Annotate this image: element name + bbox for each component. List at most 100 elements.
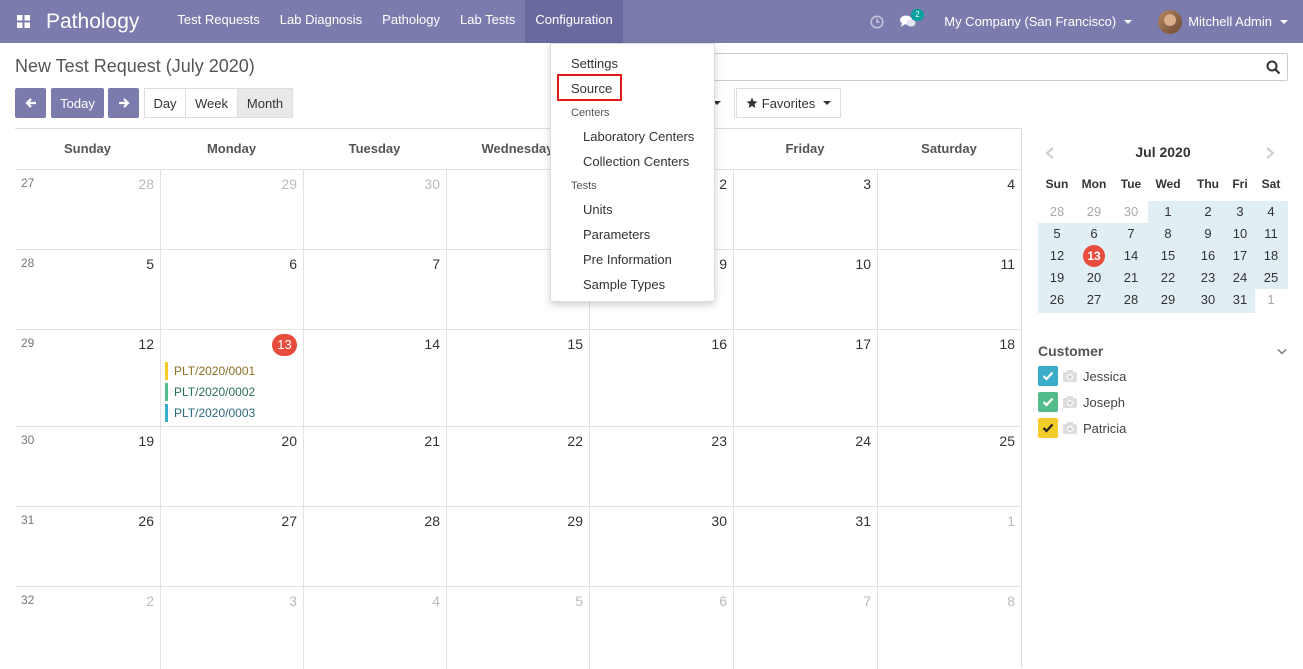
- view-day-button[interactable]: Day: [144, 88, 186, 118]
- mini-day[interactable]: 24: [1223, 267, 1257, 289]
- day-cell[interactable]: 30: [589, 506, 733, 586]
- day-cell[interactable]: 31: [733, 506, 877, 586]
- messaging-menu[interactable]: 2: [900, 8, 924, 29]
- day-cell[interactable]: 22: [446, 426, 589, 506]
- customer-filter-item[interactable]: Joseph: [1038, 392, 1125, 412]
- day-cell[interactable]: 32 2: [15, 586, 160, 669]
- mini-day[interactable]: 15: [1151, 245, 1185, 267]
- mini-day[interactable]: 16: [1191, 245, 1225, 267]
- mini-day[interactable]: 11: [1254, 223, 1288, 245]
- mini-day[interactable]: 9: [1191, 223, 1225, 245]
- day-cell[interactable]: 5: [446, 586, 589, 669]
- menu-item-collection-centers[interactable]: Collection Centers: [583, 154, 689, 169]
- menu-item-settings[interactable]: Settings: [571, 56, 618, 71]
- day-cell[interactable]: 10: [733, 249, 877, 329]
- mini-day[interactable]: 1: [1151, 201, 1185, 223]
- mini-day[interactable]: 1: [1254, 289, 1288, 311]
- view-month-button[interactable]: Month: [237, 88, 293, 118]
- company-switcher[interactable]: My Company (San Francisco): [944, 14, 1133, 29]
- mini-day[interactable]: 8: [1151, 223, 1185, 245]
- day-cell[interactable]: 31 26: [15, 506, 160, 586]
- mini-day[interactable]: 29: [1077, 201, 1111, 223]
- day-cell[interactable]: 14: [303, 329, 446, 426]
- menu-item-parameters[interactable]: Parameters: [583, 227, 650, 242]
- customer-filter-item[interactable]: Jessica: [1038, 366, 1126, 386]
- day-cell[interactable]: 23: [589, 426, 733, 506]
- day-cell[interactable]: 30 19: [15, 426, 160, 506]
- mini-day[interactable]: 22: [1151, 267, 1185, 289]
- day-cell[interactable]: 18: [877, 329, 1021, 426]
- menu-item-sample-types[interactable]: Sample Types: [583, 277, 665, 292]
- menu-lab-diagnosis[interactable]: Lab Diagnosis: [270, 0, 372, 43]
- day-cell[interactable]: 24: [733, 426, 877, 506]
- mini-day[interactable]: 28: [1040, 201, 1074, 223]
- day-cell[interactable]: 16: [589, 329, 733, 426]
- day-cell[interactable]: 6: [589, 586, 733, 669]
- day-cell[interactable]: 29 12: [15, 329, 160, 426]
- mini-today[interactable]: 13: [1083, 245, 1105, 267]
- day-cell[interactable]: 27 28: [15, 169, 160, 249]
- chevron-down-icon[interactable]: [1277, 348, 1287, 356]
- app-brand[interactable]: Pathology: [46, 10, 139, 34]
- day-cell[interactable]: 3: [733, 169, 877, 249]
- favorites-button[interactable]: Favorites: [736, 88, 841, 118]
- day-cell[interactable]: 4: [877, 169, 1021, 249]
- mini-day[interactable]: 14: [1114, 245, 1148, 267]
- mini-day[interactable]: 10: [1223, 223, 1257, 245]
- menu-lab-tests[interactable]: Lab Tests: [450, 0, 525, 43]
- mini-day[interactable]: 3: [1223, 201, 1257, 223]
- menu-item-pre-information[interactable]: Pre Information: [583, 252, 672, 267]
- mini-day[interactable]: 31: [1223, 289, 1257, 311]
- day-cell[interactable]: 1: [877, 506, 1021, 586]
- mini-day[interactable]: 19: [1040, 267, 1074, 289]
- day-cell[interactable]: 28: [303, 506, 446, 586]
- mini-day[interactable]: 6: [1077, 223, 1111, 245]
- mini-day[interactable]: 4: [1254, 201, 1288, 223]
- mini-day[interactable]: 18: [1254, 245, 1288, 267]
- view-week-button[interactable]: Week: [185, 88, 238, 118]
- mini-day[interactable]: 2: [1191, 201, 1225, 223]
- apps-grid-icon[interactable]: [0, 0, 46, 43]
- day-cell[interactable]: 13 PLT/2020/0001 PLT/2020/0002 PLT/2020/000…: [160, 329, 303, 426]
- checkbox-checked-icon[interactable]: [1038, 418, 1058, 438]
- checkbox-checked-icon[interactable]: [1038, 392, 1058, 412]
- day-cell[interactable]: 28 5: [15, 249, 160, 329]
- day-cell[interactable]: 17: [733, 329, 877, 426]
- calendar-event[interactable]: PLT/2020/0003: [165, 404, 255, 422]
- day-cell[interactable]: 29: [160, 169, 303, 249]
- day-cell[interactable]: 6: [160, 249, 303, 329]
- day-cell[interactable]: 30: [303, 169, 446, 249]
- mini-day[interactable]: 26: [1040, 289, 1074, 311]
- chevron-right-icon[interactable]: [1264, 146, 1276, 160]
- customer-filter-item[interactable]: Patricia: [1038, 418, 1126, 438]
- mini-day[interactable]: 23: [1191, 267, 1225, 289]
- mini-day[interactable]: 27: [1077, 289, 1111, 311]
- menu-pathology[interactable]: Pathology: [372, 0, 450, 43]
- mini-day[interactable]: 30: [1191, 289, 1225, 311]
- mini-day[interactable]: 12: [1040, 245, 1074, 267]
- mini-day[interactable]: 7: [1114, 223, 1148, 245]
- today-button[interactable]: Today: [51, 88, 104, 118]
- day-cell[interactable]: 11: [877, 249, 1021, 329]
- search-input[interactable]: [690, 53, 1288, 81]
- menu-item-laboratory-centers[interactable]: Laboratory Centers: [583, 129, 694, 144]
- day-cell[interactable]: 3: [160, 586, 303, 669]
- mini-day[interactable]: 17: [1223, 245, 1257, 267]
- day-cell[interactable]: 4: [303, 586, 446, 669]
- menu-test-requests[interactable]: Test Requests: [167, 0, 269, 43]
- day-cell[interactable]: 27: [160, 506, 303, 586]
- mini-day[interactable]: 25: [1254, 267, 1288, 289]
- search-icon[interactable]: [1266, 60, 1281, 75]
- mini-day[interactable]: 29: [1151, 289, 1185, 311]
- next-button[interactable]: [108, 88, 139, 118]
- day-cell[interactable]: 29: [446, 506, 589, 586]
- day-cell[interactable]: 25: [877, 426, 1021, 506]
- mini-day[interactable]: 21: [1114, 267, 1148, 289]
- day-cell[interactable]: 15: [446, 329, 589, 426]
- mini-day[interactable]: 28: [1114, 289, 1148, 311]
- clock-icon[interactable]: [870, 14, 884, 29]
- day-cell[interactable]: 7: [733, 586, 877, 669]
- menu-configuration[interactable]: Configuration: [525, 0, 623, 43]
- mini-day[interactable]: 30: [1114, 201, 1148, 223]
- day-cell[interactable]: 21: [303, 426, 446, 506]
